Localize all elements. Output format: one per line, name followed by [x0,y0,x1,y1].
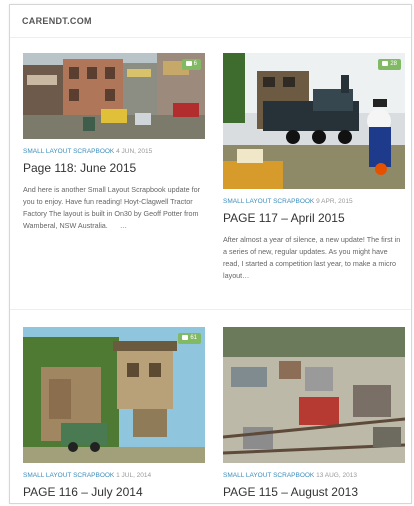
post-card: SMALL LAYOUT SCRAPBOOK 13 AUG, 2013 PAGE… [223,327,405,500]
post-card: 6 SMALL LAYOUT SCRAPBOOK 4 JUN, 2015 Pag… [23,53,205,232]
post-date: 9 APR, 2015 [316,198,353,205]
post-category-link[interactable]: SMALL LAYOUT SCRAPBOOK [223,198,314,205]
comment-icon [382,61,389,66]
tractor-factory-photo [23,53,205,139]
post-thumbnail[interactable] [223,327,405,463]
site-title-link[interactable]: CARENDT.COM [22,16,92,26]
post-meta: SMALL LAYOUT SCRAPBOOK 13 AUG, 2013 [223,472,405,479]
layout-overview-photo [223,327,405,463]
steam-locomotive-photo [223,53,405,189]
post-category-link[interactable]: SMALL LAYOUT SCRAPBOOK [223,472,314,479]
post-excerpt: And here is another Small Layout Scrapbo… [23,184,205,232]
post-title-link[interactable]: PAGE 117 – April 2015 [223,211,405,226]
post-date: 13 AUG, 2013 [316,472,357,479]
post-thumbnail[interactable]: 61 [23,327,205,463]
post-excerpt-text: And here is another Small Layout Scrapbo… [23,185,201,230]
post-thumbnail[interactable]: 6 [23,53,205,139]
row-divider [10,309,411,310]
comment-count-badge[interactable]: 28 [378,59,401,70]
post-date: 1 JUL, 2014 [116,472,152,479]
page-container: CARENDT.COM 6 SMALL LAYOUT SCRAPBOOK 4 J… [9,4,412,504]
post-category-link[interactable]: SMALL LAYOUT SCRAPBOOK [23,472,114,479]
post-card: 61 SMALL LAYOUT SCRAPBOOK 1 JUL, 2014 PA… [23,327,205,500]
read-more-ellipsis[interactable]: … [120,221,127,230]
post-excerpt: After almost a year of silence, a new up… [223,235,401,280]
post-date: 4 JUN, 2015 [116,148,153,155]
comment-count: 6 [193,61,197,67]
post-meta: SMALL LAYOUT SCRAPBOOK 1 JUL, 2014 [23,472,205,479]
comment-count: 61 [190,335,197,341]
post-title-link[interactable]: PAGE 116 – July 2014 [23,485,205,500]
mill-building-photo [23,327,205,463]
post-card: 28 SMALL LAYOUT SCRAPBOOK 9 APR, 2015 PA… [223,53,405,282]
post-meta: SMALL LAYOUT SCRAPBOOK 9 APR, 2015 [223,198,405,205]
site-header: CARENDT.COM [10,5,411,38]
post-title-link[interactable]: PAGE 115 – August 2013 [223,485,405,500]
post-meta: SMALL LAYOUT SCRAPBOOK 4 JUN, 2015 [23,148,205,155]
comment-count-badge[interactable]: 6 [181,59,201,70]
post-thumbnail[interactable]: 28 [223,53,405,189]
post-category-link[interactable]: SMALL LAYOUT SCRAPBOOK [23,148,114,155]
comment-count-badge[interactable]: 61 [178,333,201,344]
comment-icon [185,61,192,66]
post-title-link[interactable]: Page 118: June 2015 [23,161,205,176]
comment-count: 28 [390,61,397,67]
comment-icon [182,335,189,340]
